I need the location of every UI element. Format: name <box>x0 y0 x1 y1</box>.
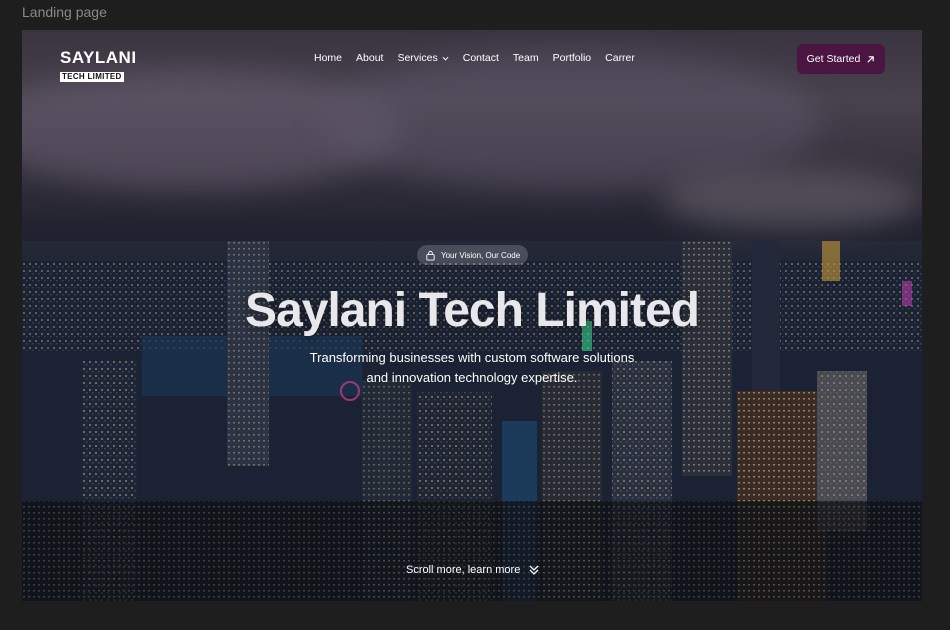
arrow-up-right-icon <box>867 55 875 63</box>
nav-item-career[interactable]: Carrer <box>605 52 635 64</box>
navbar: SAYLANI TECH LIMITED Home About Services… <box>22 44 922 82</box>
get-started-label: Get Started <box>806 53 861 65</box>
chevron-down-icon <box>442 56 449 61</box>
nav-item-about[interactable]: About <box>356 52 383 64</box>
frame-label: Landing page <box>22 4 107 20</box>
logo[interactable]: SAYLANI TECH LIMITED <box>60 48 137 84</box>
tagline-badge-label: Your Vision, Our Code <box>441 250 521 260</box>
hero-subtitle: Transforming businesses with custom soft… <box>22 348 922 388</box>
scroll-more-link[interactable]: Scroll more, learn more <box>406 564 540 576</box>
logo-wordmark: SAYLANI <box>60 48 137 67</box>
landing-page-frame: SAYLANI TECH LIMITED Home About Services… <box>22 30 922 601</box>
nav-item-contact[interactable]: Contact <box>463 52 499 64</box>
nav-item-portfolio[interactable]: Portfolio <box>553 52 592 64</box>
nav-item-services-label: Services <box>397 52 438 64</box>
double-chevron-down-icon <box>529 565 539 575</box>
cloud-shape <box>662 170 922 230</box>
nav-menu: Home About Services Contact Team Portfol… <box>314 52 649 64</box>
scroll-more-label: Scroll more, learn more <box>406 564 521 576</box>
hero-subtitle-line-2: and innovation technology expertise. <box>366 370 578 385</box>
tagline-badge: Your Vision, Our Code <box>417 245 529 265</box>
lock-icon <box>426 250 435 261</box>
nav-item-home[interactable]: Home <box>314 52 342 64</box>
hero-title: Saylani Tech Limited <box>245 284 700 337</box>
hero-subtitle-line-1: Transforming businesses with custom soft… <box>309 350 635 365</box>
get-started-button[interactable]: Get Started <box>797 44 885 74</box>
logo-subtitle: TECH LIMITED <box>60 72 124 82</box>
nav-item-services[interactable]: Services <box>397 52 449 64</box>
nav-item-team[interactable]: Team <box>513 52 539 64</box>
